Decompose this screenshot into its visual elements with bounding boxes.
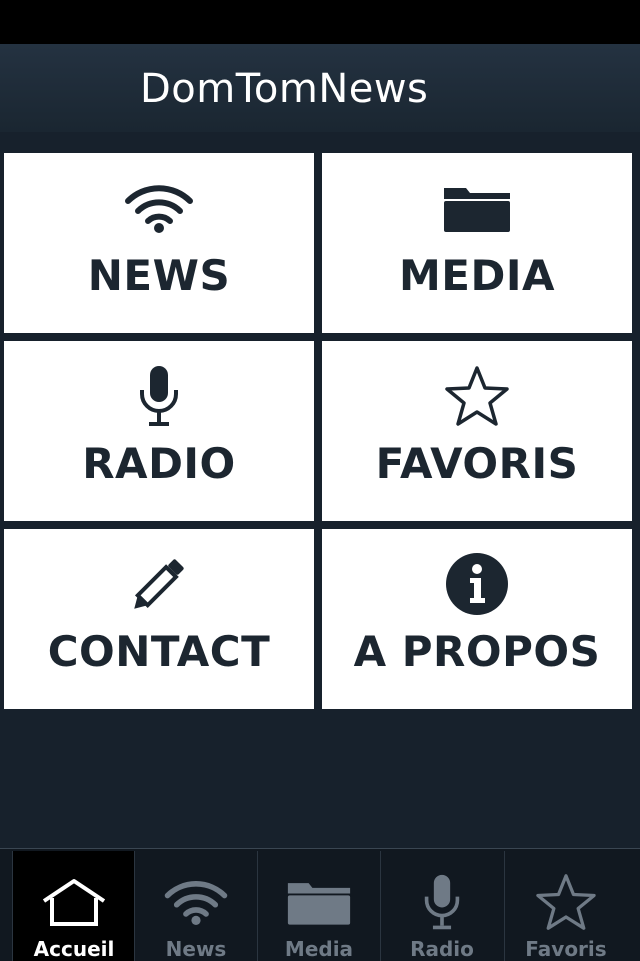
pencil-icon [122,553,196,615]
microphone-icon [137,365,181,427]
tile-media-label: MEDIA [399,251,555,300]
microphone-icon [422,871,462,933]
tab-radio-label: Radio [410,937,474,961]
tab-accueil[interactable]: Accueil [12,851,135,961]
tab-news-label: News [165,937,227,961]
bottom-tab-bar: Accueil News Media Radio Favoris [0,848,640,961]
tab-favoris-label: Favoris [525,937,607,961]
tab-news[interactable]: News [134,851,257,961]
tab-accueil-label: Accueil [33,937,115,961]
tile-radio[interactable]: RADIO [4,341,314,521]
tab-media-label: Media [284,937,354,961]
wifi-icon [163,871,229,933]
tile-news-label: NEWS [87,251,231,300]
tile-favoris-label: FAVORIS [375,439,579,488]
tab-media[interactable]: Media [257,851,380,961]
tile-contact[interactable]: CONTACT [4,529,314,709]
tile-contact-label: CONTACT [47,627,271,676]
app-title: DomTomNews [140,66,429,112]
status-bar [0,0,640,44]
tile-favoris[interactable]: FAVORIS [322,341,632,521]
folder-icon [442,177,512,239]
tab-radio[interactable]: Radio [380,851,503,961]
info-icon [442,553,512,615]
tab-favoris[interactable]: Favoris [504,851,627,961]
home-icon [40,871,108,933]
menu-grid: NEWS MEDIA RADIO FAVORIS CONTACT A PROPO… [4,153,632,709]
tile-news[interactable]: NEWS [4,153,314,333]
folder-icon [286,871,352,933]
wifi-icon [124,177,194,239]
tile-a-propos-label: A PROPOS [353,627,601,676]
star-icon [534,871,598,933]
tile-media[interactable]: MEDIA [322,153,632,333]
star-icon [443,365,511,427]
tile-radio-label: RADIO [82,439,236,488]
tile-a-propos[interactable]: A PROPOS [322,529,632,709]
